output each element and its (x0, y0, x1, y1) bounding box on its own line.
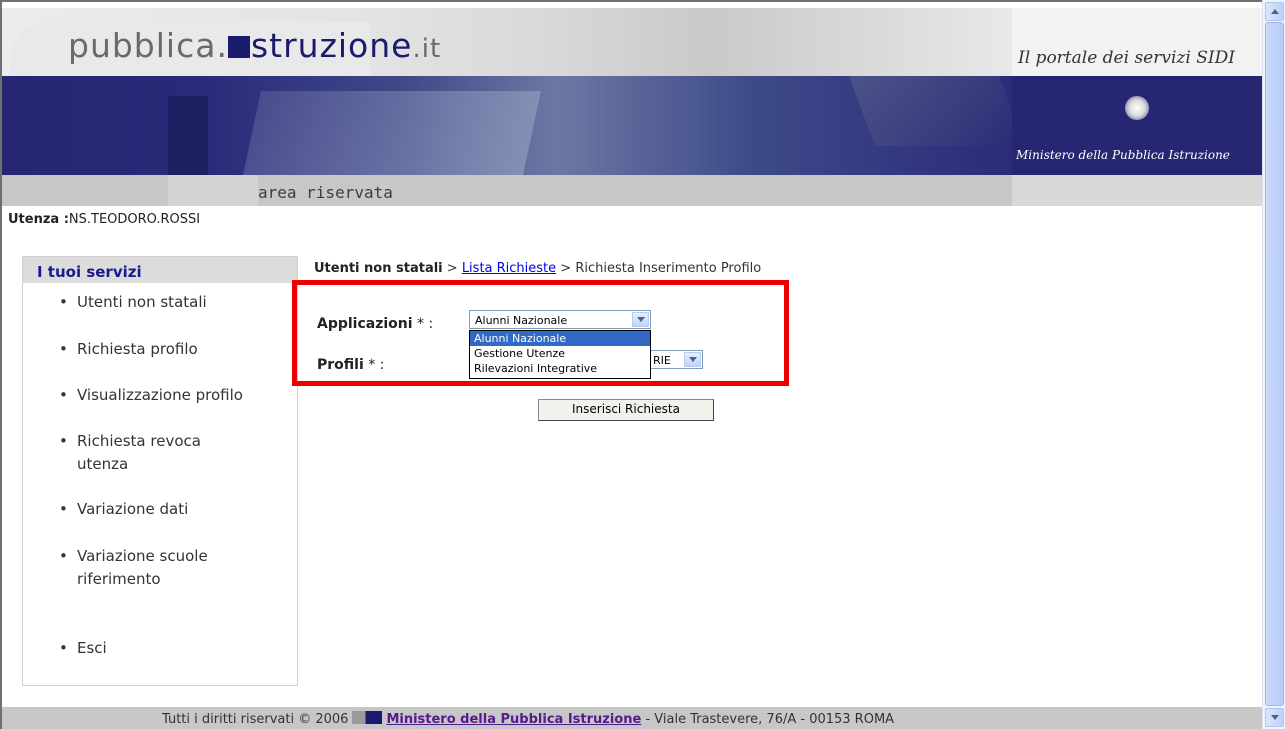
ministry-name: Ministero della Pubblica Istruzione (1016, 148, 1230, 162)
republic-emblem-icon (1125, 96, 1149, 120)
services-sidebar: I tuoi servizi Utenti non statali Richie… (22, 256, 298, 686)
header-gray-bar (2, 175, 1262, 206)
inserisci-richiesta-button[interactable]: Inserisci Richiesta (538, 399, 714, 421)
user-info: Utenza :NS.TEODORO.ROSSI (8, 212, 201, 227)
sidebar-item-variazione-dati[interactable]: Variazione dati (59, 498, 297, 521)
applicazioni-label: Applicazioni * : (317, 316, 434, 332)
sidebar-item-variazione-scuole-riferimento[interactable]: Variazione scuole riferimento (59, 545, 247, 591)
scroll-down-icon[interactable] (1265, 708, 1284, 727)
option-gestione-utenze[interactable]: Gestione Utenze (470, 346, 650, 361)
site-logo[interactable]: pubblica. struzione.it (68, 26, 441, 65)
profili-select[interactable]: RIE (651, 350, 703, 369)
breadcrumb: Utenti non statali > Lista Richieste > R… (314, 261, 762, 276)
breadcrumb-current: Richiesta Inserimento Profilo (575, 261, 762, 276)
username: NS.TEODORO.ROSSI (68, 212, 201, 227)
sidebar-item-visualizzazione-profilo[interactable]: Visualizzazione profilo (59, 384, 297, 407)
vertical-scrollbar[interactable] (1262, 0, 1285, 729)
applicazioni-dropdown-list[interactable]: Alunni Nazionale Gestione Utenze Rilevaz… (469, 330, 651, 379)
sidebar-item-richiesta-revoca-utenza[interactable]: Richiesta revoca utenza (59, 430, 247, 476)
header-image-band (2, 76, 1012, 175)
option-alunni-nazionale[interactable]: Alunni Nazionale (470, 331, 650, 346)
logo-square-icon (227, 36, 250, 58)
chevron-down-icon[interactable] (684, 352, 701, 367)
mpi-logo-icon (352, 711, 383, 724)
browser-viewport: pubblica. struzione.it Il portale dei ser… (0, 0, 1262, 729)
chevron-down-icon[interactable] (632, 312, 649, 327)
scroll-thumb[interactable] (1265, 22, 1284, 706)
option-rilevazioni-integrative[interactable]: Rilevazioni Integrative (470, 361, 650, 376)
area-riservata-label: area riservata (258, 183, 393, 202)
copyright-text: Tutti i diritti riservati © 2006 (162, 712, 349, 727)
scroll-up-icon[interactable] (1265, 2, 1284, 21)
portal-tagline: Il portale dei servizi SIDI (1018, 48, 1235, 68)
sidebar-item-esci[interactable]: Esci (59, 637, 297, 660)
footer-ministry-link[interactable]: Ministero della Pubblica Istruzione (386, 712, 641, 727)
breadcrumb-link-lista-richieste[interactable]: Lista Richieste (462, 261, 556, 276)
sidebar-title: I tuoi servizi (23, 257, 297, 283)
breadcrumb-root: Utenti non statali (314, 261, 443, 276)
profili-label: Profili * : (317, 357, 385, 373)
sidebar-item-utenti-non-statali[interactable]: Utenti non statali (59, 291, 297, 314)
site-header: pubblica. struzione.it Il portale dei ser… (2, 8, 1262, 206)
footer-address: - Viale Trastevere, 76/A - 00153 ROMA (641, 712, 895, 727)
site-footer: Tutti i diritti riservati © 2006 Minister… (2, 707, 1262, 729)
sidebar-item-richiesta-profilo[interactable]: Richiesta profilo (59, 338, 297, 361)
applicazioni-select[interactable]: Alunni Nazionale (469, 310, 651, 329)
